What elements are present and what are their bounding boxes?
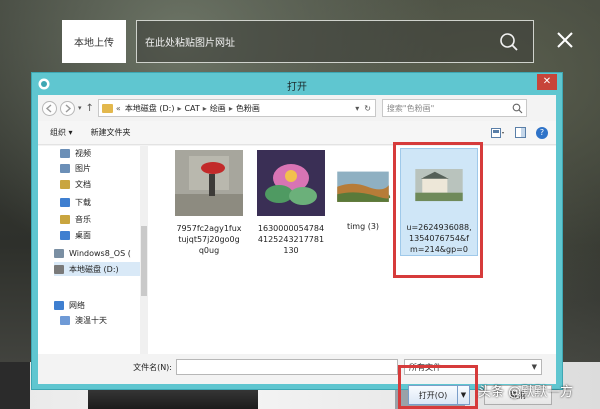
sidebar-item-label: 网络 bbox=[69, 300, 85, 310]
back-button[interactable] bbox=[42, 100, 57, 116]
address-breadcrumb[interactable]: « 本地磁盘 (D:) ▸ CAT ▸ 绘画 ▸ 色粉画 ▾ ↻ bbox=[97, 99, 376, 117]
highlight-box bbox=[393, 142, 483, 278]
navigation-scrollbar[interactable] bbox=[140, 146, 148, 354]
folder-search-input[interactable]: 搜索"色粉画" bbox=[381, 99, 527, 117]
computer-icon bbox=[60, 315, 70, 325]
file-thumbnail bbox=[175, 150, 243, 216]
document-folder-icon bbox=[60, 179, 70, 189]
search-icon[interactable] bbox=[499, 32, 519, 52]
chevron-right-icon[interactable]: ▸ bbox=[203, 104, 207, 113]
chevron-right-icon[interactable]: ▸ bbox=[229, 104, 233, 113]
video-folder-icon bbox=[60, 148, 70, 158]
crumb-overflow-icon[interactable]: « bbox=[116, 104, 121, 113]
file-name: timg (3) bbox=[346, 222, 380, 231]
chevron-down-icon: ▼ bbox=[531, 363, 537, 371]
filename-label: 文件名(N): bbox=[133, 362, 172, 372]
sidebar-item-label: 桌面 bbox=[75, 230, 91, 240]
breadcrumb-item[interactable]: 色粉画 bbox=[236, 103, 260, 114]
sidebar-item-desktop[interactable]: 桌面 bbox=[60, 228, 91, 242]
download-folder-icon bbox=[60, 197, 70, 207]
open-file-dialog: 打开 ✕ ▾ ↑ « 本地磁盘 (D:) ▸ CAT ▸ 绘画 ▸ 色粉画 ▾ … bbox=[31, 72, 563, 409]
history-dropdown-icon[interactable]: ▾ bbox=[355, 104, 359, 113]
new-folder-button[interactable]: 新建文件夹 bbox=[91, 127, 131, 138]
file-item[interactable]: timg (3) bbox=[326, 150, 400, 232]
breadcrumb-item[interactable]: 本地磁盘 (D:) bbox=[125, 103, 175, 114]
file-thumbnail bbox=[337, 171, 391, 202]
sidebar-item-label: 澳温十天 bbox=[75, 315, 107, 325]
network-icon bbox=[54, 300, 64, 310]
sidebar-item-label: 音乐 bbox=[75, 214, 91, 224]
sidebar-item-videos[interactable]: 视频 bbox=[60, 146, 91, 160]
up-folder-icon[interactable]: ↑ bbox=[86, 103, 94, 114]
file-name: 7957fc2agy1fux tujqt57j20go0g q0ug bbox=[176, 224, 242, 255]
close-icon[interactable] bbox=[556, 31, 574, 49]
preview-pane-icon[interactable] bbox=[515, 127, 526, 138]
sidebar-item-label: Windows8_OS ( bbox=[69, 248, 131, 258]
sidebar-item-label: 本地磁盘 (D:) bbox=[69, 264, 119, 274]
highlight-box bbox=[398, 365, 478, 409]
navigation-pane: 视频 图片 文档 下载 音乐 桌面 Windows8_OS (本地磁盘 (D:… bbox=[38, 146, 148, 354]
sidebar-item-label: 图片 bbox=[75, 163, 91, 173]
sidebar-item-windows-drive[interactable]: Windows8_OS ( bbox=[54, 246, 131, 260]
breadcrumb-item[interactable]: CAT bbox=[184, 104, 199, 113]
sidebar-item-network-computer[interactable]: 澳温十天 bbox=[60, 313, 107, 327]
sidebar-item-local-disk-d[interactable]: 本地磁盘 (D:) bbox=[54, 262, 140, 276]
sidebar-item-music[interactable]: 音乐 bbox=[60, 212, 91, 226]
dialog-body: ▾ ↑ « 本地磁盘 (D:) ▸ CAT ▸ 绘画 ▸ 色粉画 ▾ ↻ 搜索"… bbox=[38, 95, 556, 409]
address-row: ▾ ↑ « 本地磁盘 (D:) ▸ CAT ▸ 绘画 ▸ 色粉画 ▾ ↻ 搜索"… bbox=[38, 95, 556, 121]
sidebar-item-label: 视频 bbox=[75, 148, 91, 158]
organize-menu[interactable]: 组织 ▾ bbox=[50, 127, 73, 138]
forward-arrow-icon bbox=[65, 103, 72, 113]
filename-input[interactable] bbox=[176, 359, 398, 375]
background-thumbnail bbox=[0, 362, 30, 409]
image-search-bar: 本地上传 在此处粘贴图片网址 bbox=[62, 20, 534, 63]
forward-button[interactable] bbox=[60, 100, 75, 116]
picture-folder-icon bbox=[60, 163, 70, 173]
sidebar-item-downloads[interactable]: 下载 bbox=[60, 195, 91, 209]
folder-search-placeholder: 搜索"色粉画" bbox=[386, 103, 435, 113]
dialog-titlebar[interactable]: 打开 ✕ bbox=[32, 73, 562, 95]
sidebar-item-pictures[interactable]: 图片 bbox=[60, 161, 91, 175]
filename-row: 文件名(N): 所有文件 ▼ bbox=[38, 357, 556, 377]
file-thumbnail bbox=[257, 150, 325, 216]
help-icon[interactable]: ? bbox=[536, 126, 548, 139]
music-folder-icon bbox=[60, 214, 70, 224]
back-arrow-icon bbox=[45, 103, 52, 113]
drive-icon bbox=[54, 264, 64, 274]
dialog-title: 打开 bbox=[287, 82, 307, 93]
drive-icon bbox=[54, 248, 64, 258]
view-options-icon[interactable] bbox=[491, 127, 505, 138]
file-list: 7957fc2agy1fux tujqt57j20go0g q0ug 16300… bbox=[148, 142, 556, 354]
recent-locations-icon[interactable]: ▾ bbox=[78, 104, 82, 112]
scrollbar-thumb[interactable] bbox=[141, 226, 147, 296]
watermark: 头条 @默默一方 bbox=[478, 385, 574, 400]
image-url-input[interactable]: 在此处粘贴图片网址 bbox=[136, 20, 534, 63]
sidebar-item-label: 下载 bbox=[75, 197, 91, 207]
file-item[interactable]: 7957fc2agy1fux tujqt57j20go0g q0ug bbox=[172, 150, 246, 256]
chevron-right-icon[interactable]: ▸ bbox=[177, 104, 181, 113]
search-icon[interactable] bbox=[512, 103, 523, 114]
refresh-icon[interactable]: ↻ bbox=[364, 104, 371, 113]
file-name: 1630000054784 4125243217781 130 bbox=[257, 224, 325, 255]
sidebar-item-documents[interactable]: 文档 bbox=[60, 177, 91, 191]
file-item[interactable]: 1630000054784 4125243217781 130 bbox=[254, 150, 328, 256]
folder-icon bbox=[101, 103, 113, 113]
image-url-placeholder: 在此处粘贴图片网址 bbox=[145, 38, 235, 49]
breadcrumb-item[interactable]: 绘画 bbox=[210, 103, 226, 114]
desktop-folder-icon bbox=[60, 230, 70, 240]
dialog-close-button[interactable]: ✕ bbox=[537, 74, 557, 90]
sidebar-item-label: 文档 bbox=[75, 179, 91, 189]
sidebar-item-network[interactable]: 网络 bbox=[54, 298, 85, 312]
local-upload-button[interactable]: 本地上传 bbox=[62, 20, 126, 63]
